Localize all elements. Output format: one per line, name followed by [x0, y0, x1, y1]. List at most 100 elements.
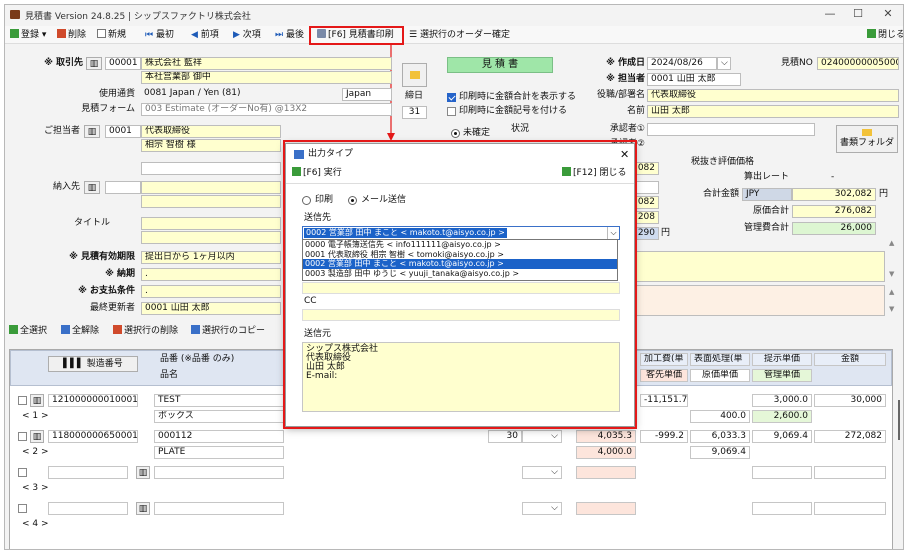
row-unit-dropdown[interactable]: ⌵ — [522, 466, 562, 479]
row-cust[interactable] — [576, 502, 636, 515]
show-symbol-checkbox[interactable] — [447, 107, 456, 116]
row-part[interactable] — [154, 502, 284, 515]
maximize-button[interactable]: ☐ — [843, 7, 873, 20]
row-name[interactable]: PLATE — [154, 446, 284, 459]
payment-field[interactable]: . — [141, 285, 281, 298]
row-serial[interactable] — [48, 466, 128, 479]
row-serial[interactable]: 121000000010001 — [48, 394, 138, 407]
to-option[interactable]: 0003 製造部 田中 ゆうじ < yuuji_tanaka@aisyo.co.… — [303, 269, 617, 279]
date-dropdown[interactable]: ⌵ — [717, 57, 731, 70]
close-window-button[interactable]: ✕ — [873, 7, 903, 20]
customer-dept-field[interactable]: 本社営業部 御中 — [141, 71, 392, 84]
minimize-button[interactable]: — — [815, 7, 845, 20]
row-unit[interactable] — [752, 466, 812, 479]
contact-title-field[interactable]: 代表取締役 — [141, 125, 281, 138]
close-button[interactable]: 閉じる — [867, 28, 903, 42]
folder-button[interactable]: 書類フォルダ — [836, 125, 898, 153]
delete-rows-button[interactable]: 選択行の削除 — [113, 324, 178, 338]
delivery-search-button[interactable]: ▥ — [84, 181, 100, 194]
row-search-button[interactable]: ▥ — [30, 394, 44, 407]
row-process[interactable]: -999.2 — [640, 430, 688, 443]
scroll-up-icon[interactable]: ▲ — [889, 288, 894, 296]
row-cust[interactable]: 4,035.3 — [576, 430, 636, 443]
delivery-extra-field[interactable] — [141, 162, 281, 175]
to-option[interactable]: 0001 代表取締役 相宗 智樹 < tomoki@aisyo.co.jp > — [303, 250, 617, 260]
row-part[interactable]: TEST — [154, 394, 284, 407]
deselect-all-button[interactable]: 全解除 — [61, 324, 99, 338]
to-option-selected[interactable]: 0002 営業部 田中 まこと < makoto.t@aisyo.co.jp > — [303, 259, 617, 269]
row-checkbox[interactable] — [18, 396, 27, 405]
row-serial[interactable] — [48, 502, 128, 515]
row-search-button[interactable]: ▥ — [136, 466, 150, 479]
row-checkbox[interactable] — [18, 432, 27, 441]
row-unit-dropdown[interactable]: ⌵ — [522, 502, 562, 515]
approver1-field[interactable] — [647, 123, 815, 136]
row-name[interactable]: ボックス — [154, 410, 284, 423]
new-button[interactable]: 新規 — [97, 28, 126, 42]
deadline-field[interactable]: . — [141, 268, 281, 281]
customer-code-field[interactable]: 00001 — [105, 57, 141, 70]
delivery-label: 納入先 — [52, 182, 80, 192]
row-serial[interactable]: 118000000650001 — [48, 430, 138, 443]
row-amount — [814, 502, 886, 515]
customer-name-field[interactable]: 株式会社 藍祥 — [141, 57, 392, 70]
currency-region-field[interactable]: Japan — [342, 88, 392, 101]
created-date-field[interactable]: 2024/08/26 — [647, 57, 717, 70]
order-confirm-button[interactable]: ☰ 選択行のオーダー確定 — [409, 28, 510, 42]
to-option[interactable]: 0000 電子帳簿送信先 < info111111@aisyo.co.jp > — [303, 240, 617, 250]
row-search-button[interactable]: ▥ — [136, 502, 150, 515]
row-checkbox[interactable] — [18, 468, 27, 477]
status-radio[interactable] — [451, 129, 460, 138]
first-button[interactable]: ⏮ 最初 — [145, 28, 174, 42]
row-part[interactable] — [154, 466, 284, 479]
delivery-code-field[interactable] — [105, 181, 141, 194]
row-cust[interactable] — [576, 466, 636, 479]
row-part[interactable]: 000112 — [154, 430, 284, 443]
row-unit-dropdown[interactable]: ⌵ — [522, 430, 562, 443]
staff-field[interactable]: 0001 山田 太郎 — [647, 73, 741, 86]
last-button[interactable]: ⏭ 最後 — [275, 28, 304, 42]
row-unit[interactable] — [752, 502, 812, 515]
remarks-field[interactable] — [619, 251, 885, 282]
validity-field[interactable]: 提出日から 1ヶ月以内 — [141, 251, 281, 264]
delivery-name-field[interactable] — [141, 181, 281, 194]
select-all-button[interactable]: 全選択 — [9, 324, 47, 338]
contact-name-field[interactable]: 相宗 智樹 様 — [141, 139, 281, 152]
customer-search-button[interactable]: ▥ — [86, 57, 102, 70]
barcode-label: 製造番号 — [86, 359, 123, 369]
scroll-up-icon[interactable]: ▲ — [889, 239, 894, 247]
payment-label: ※ お支払条件 — [78, 286, 135, 296]
row-qty[interactable]: 30 — [488, 430, 522, 443]
calendar-button[interactable] — [402, 63, 427, 87]
form-field[interactable]: 003 Estimate (オーダーNo有) @13X2 — [141, 103, 392, 116]
app-window: 見積書 Version 24.8.25 | シップスファクトリ株式会社 — ☐ … — [4, 4, 904, 550]
role-field[interactable]: 代表取締役 — [647, 89, 899, 102]
updater-field[interactable]: 0001 山田 太郎 — [141, 302, 281, 315]
grid-scrollbar[interactable] — [898, 400, 900, 440]
prev-button[interactable]: ◀ 前項 — [191, 28, 219, 42]
row-unit[interactable]: 3,000.0 — [752, 394, 812, 407]
row-checkbox[interactable] — [18, 504, 27, 513]
row-process[interactable]: -11,151.7 — [640, 394, 688, 407]
title-field[interactable] — [141, 217, 281, 230]
barcode-button[interactable]: ▌▌▌ 製造番号 — [48, 356, 138, 372]
col-cust-price: 客先単価 — [640, 369, 688, 382]
register-button[interactable]: 登録 ▾ — [10, 28, 46, 42]
name-field[interactable]: 山田 太郎 — [647, 105, 899, 118]
scroll-down-icon[interactable]: ▼ — [889, 270, 894, 278]
title-field-2[interactable] — [141, 231, 281, 244]
delete-button[interactable]: 削除 — [57, 28, 86, 42]
closing-day-field[interactable]: 31 — [402, 106, 427, 119]
next-button[interactable]: ▶ 次項 — [233, 28, 261, 42]
row-unit[interactable]: 9,069.4 — [752, 430, 812, 443]
show-total-checkbox[interactable] — [447, 93, 456, 102]
copy-rows-button[interactable]: 選択行のコピー — [191, 324, 265, 338]
notes-field[interactable] — [619, 285, 885, 316]
row-search-button[interactable]: ▥ — [30, 430, 44, 443]
delivery-dept-field[interactable] — [141, 195, 281, 208]
row-surface[interactable]: 6,033.3 — [690, 430, 750, 443]
doc-title-button[interactable]: 見 積 書 — [447, 57, 553, 73]
contact-code-field[interactable]: 0001 — [105, 125, 141, 138]
scroll-down-icon[interactable]: ▼ — [889, 305, 894, 313]
contact-search-button[interactable]: ▥ — [84, 125, 100, 138]
